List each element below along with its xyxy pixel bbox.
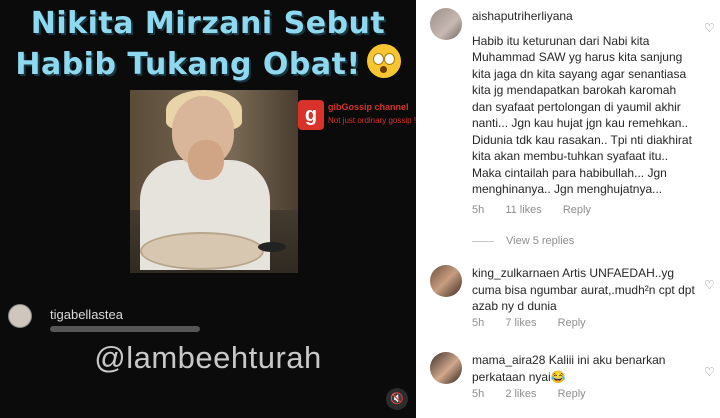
comment-username[interactable]: aishaputriherliyana (472, 9, 573, 23)
channel-name: gibGossip channel (328, 102, 409, 112)
avatar (8, 304, 32, 328)
comment-time: 5h (472, 204, 485, 216)
heart-outline-icon[interactable]: ♡ (704, 279, 716, 291)
comment-time: 5h (472, 388, 485, 400)
video-headline: Nikita Mirzani Sebut Habib Tukang Obat! (0, 4, 416, 85)
video-panel[interactable]: Nikita Mirzani Sebut Habib Tukang Obat! … (0, 0, 416, 418)
comment: aishaputriherliyana Habib itu keturunan … (430, 8, 716, 228)
avatar[interactable] (430, 265, 462, 297)
reply-button[interactable]: Reply (558, 317, 586, 329)
muted-speaker-icon[interactable]: 🔇 (386, 388, 408, 410)
overlay-comment: tigabellastea (8, 304, 258, 332)
account-watermark: @lambeehturah (94, 340, 322, 375)
comment-text: Habib itu keturunan dari Nabi kita Muham… (472, 33, 692, 197)
reply-button[interactable]: Reply (558, 388, 586, 400)
comment-likes[interactable]: 2 likes (505, 388, 536, 400)
comment-likes[interactable]: 11 likes (505, 204, 541, 216)
comment-likes[interactable]: 7 likes (505, 317, 536, 329)
video-frame[interactable] (130, 90, 298, 273)
reply-button[interactable]: Reply (563, 204, 591, 216)
avatar[interactable] (430, 352, 462, 384)
headline-line-2: Habib Tukang Obat! (15, 47, 361, 82)
heart-outline-icon[interactable]: ♡ (704, 366, 716, 378)
view-replies-button[interactable]: View 5 replies (472, 235, 574, 247)
comment-username[interactable]: king_zulkarnaen (472, 266, 559, 280)
comment: mama_aira28 Kaliii ini aku benarkan perk… (430, 352, 716, 412)
comment: king_zulkarnaen Artis UNFAEDAH..yg cuma … (430, 265, 716, 335)
flushed-face-emoji-icon (366, 44, 401, 78)
headline-line-1: Nikita Mirzani Sebut (30, 6, 386, 41)
comment-username[interactable]: mama_aira28 (472, 353, 545, 367)
channel-logo: g (298, 100, 324, 130)
comments-panel: aishaputriherliyana Habib itu keturunan … (416, 0, 720, 418)
channel-watermark: g gibGossip channel Not just ordinary go… (298, 100, 416, 136)
heart-outline-icon[interactable]: ♡ (704, 22, 716, 34)
avatar[interactable] (430, 8, 462, 40)
channel-tagline: Not just ordinary gossip ! (328, 116, 416, 125)
overlay-username: tigabellastea (50, 307, 123, 322)
comment-time: 5h (472, 317, 485, 329)
